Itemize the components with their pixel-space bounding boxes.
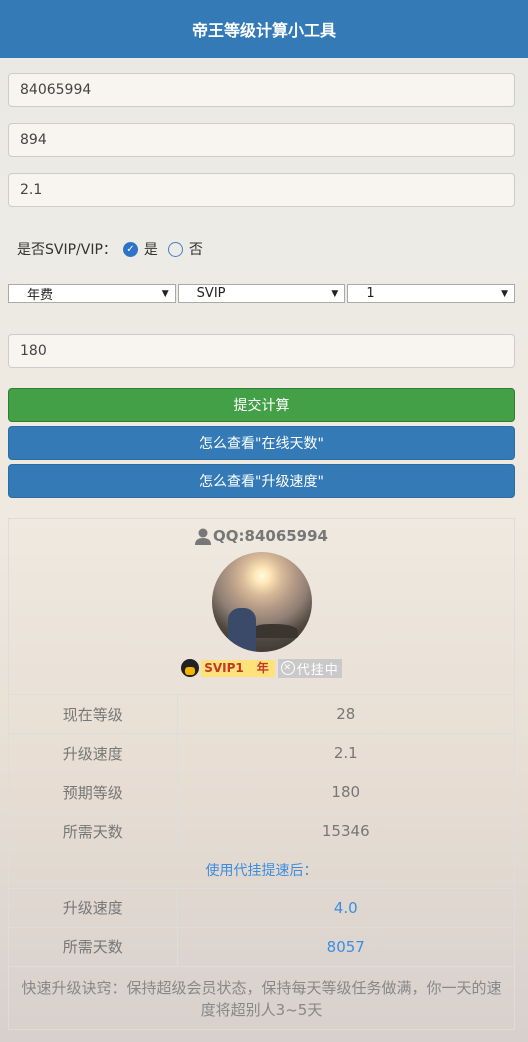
vip-yes-label[interactable]: 是 xyxy=(144,239,158,259)
table-row: 所需天数 8057 xyxy=(9,926,514,966)
speed-input[interactable]: 2.1 xyxy=(8,173,515,207)
speedup-heading: 使用代挂提速后： xyxy=(9,850,514,888)
vip-yes-radio[interactable]: ✓ xyxy=(122,241,138,257)
result-card: QQ:84065994 SVIP1 年 ✕ 代挂中 现在等级 28 升级速度 2… xyxy=(8,518,515,1030)
qq-penguin-icon xyxy=(181,659,200,677)
vip-no-radio[interactable] xyxy=(167,241,183,257)
vip-type-select[interactable]: SVIP ▼ xyxy=(177,284,346,303)
status-badge: ✕ 代挂中 xyxy=(277,658,342,678)
chevron-down-icon: ▼ xyxy=(501,288,509,299)
avatar xyxy=(211,552,312,652)
table-row: 现在等级 28 xyxy=(9,694,514,734)
table-row: 升级速度 4.0 xyxy=(9,887,514,927)
qq-number-input[interactable]: 84065994 xyxy=(8,73,515,107)
online-days-input[interactable]: 894 xyxy=(8,123,515,157)
vip-level-select[interactable]: 1 ▼ xyxy=(347,284,516,303)
vip-no-label[interactable]: 否 xyxy=(189,239,203,259)
profile-section: QQ:84065994 SVIP1 年 ✕ 代挂中 xyxy=(9,519,514,694)
submit-button[interactable]: 提交计算 xyxy=(8,388,515,422)
tip-text: 快速升级诀窍：保持超级会员状态，保持每天等级任务做满，你一天的速度将超别人3~5… xyxy=(9,966,514,1030)
close-circle-icon: ✕ xyxy=(280,661,295,675)
table-row: 升级速度 2.1 xyxy=(9,733,514,773)
table-row: 所需天数 15346 xyxy=(9,811,514,851)
target-level-input[interactable]: 180 xyxy=(8,334,515,368)
table-row: 预期等级 180 xyxy=(9,772,514,812)
result-table: 现在等级 28 升级速度 2.1 预期等级 180 所需天数 15346 xyxy=(9,694,514,851)
page-title: 帝王等级计算小工具 xyxy=(191,21,336,40)
howto-speed-button[interactable]: 怎么查看"升级速度" xyxy=(8,464,515,498)
svip-badge: SVIP1 年 xyxy=(181,658,275,678)
chevron-down-icon: ▼ xyxy=(161,288,169,299)
vip-radio-group: 是否SVIP/VIP： ✓ 是 否 xyxy=(17,239,515,259)
user-icon xyxy=(195,528,211,545)
period-select[interactable]: 年费 ▼ xyxy=(8,284,176,303)
speedup-table: 升级速度 4.0 所需天数 8057 xyxy=(9,887,514,966)
vip-selects: 年费 ▼ SVIP ▼ 1 ▼ xyxy=(8,284,516,303)
chevron-down-icon: ▼ xyxy=(331,288,339,299)
vip-question-label: 是否SVIP/VIP： xyxy=(17,242,117,258)
howto-days-button[interactable]: 怎么查看"在线天数" xyxy=(8,426,515,460)
qq-label: QQ:84065994 xyxy=(9,527,514,545)
badge-row: SVIP1 年 ✕ 代挂中 xyxy=(9,658,514,678)
page-header: 帝王等级计算小工具 xyxy=(0,0,528,58)
